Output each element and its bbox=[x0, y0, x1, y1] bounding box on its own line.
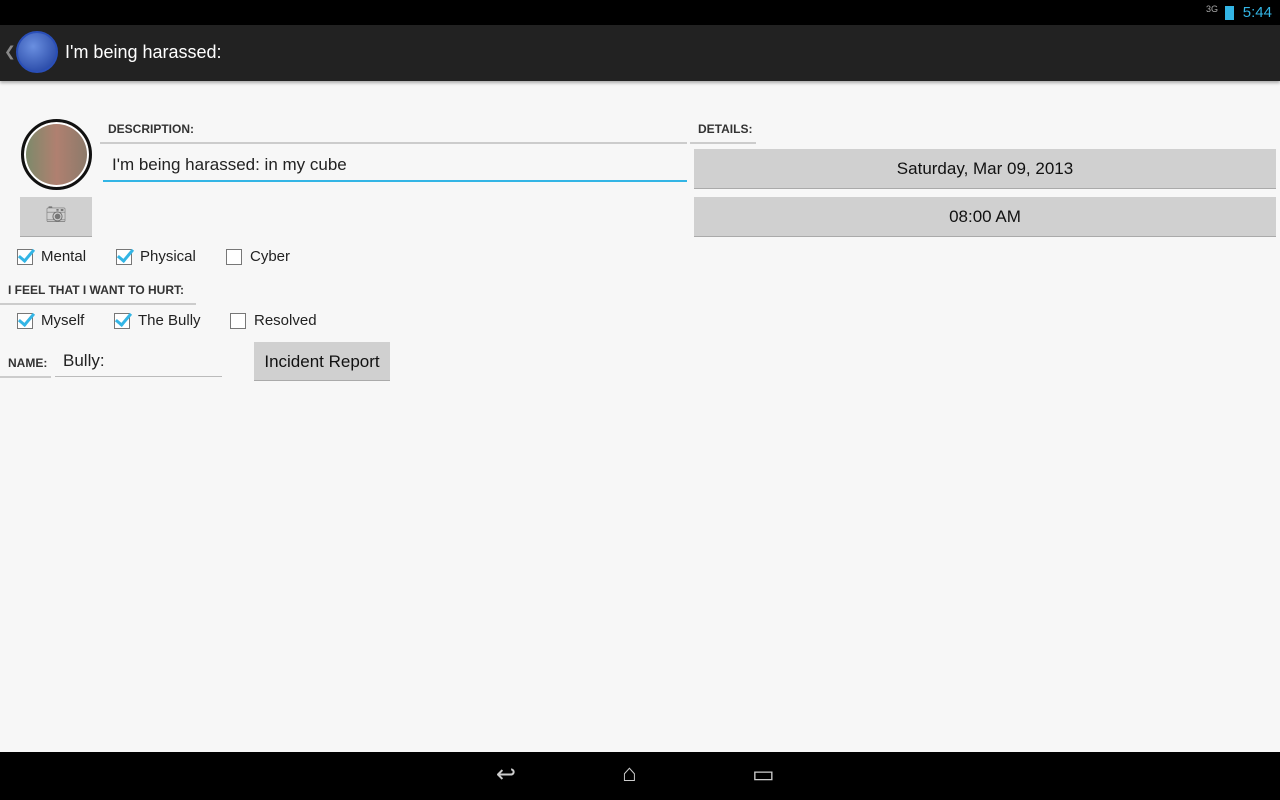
checkbox-label: Myself bbox=[41, 312, 85, 329]
app-icon[interactable] bbox=[16, 31, 58, 73]
navigation-bar: ↩ ⌂ ▭ bbox=[0, 752, 1280, 800]
checkbox-myself[interactable]: Myself bbox=[17, 312, 84, 329]
checkbox-box[interactable] bbox=[116, 248, 132, 265]
details-label: DETAILS: bbox=[690, 122, 756, 144]
page-title: I'm being harassed: bbox=[65, 42, 222, 62]
incident-report-button[interactable]: Incident Report bbox=[254, 342, 390, 381]
checkbox-the-bully[interactable]: The Bully bbox=[114, 312, 201, 329]
status-bar: 3G 5:44 bbox=[0, 0, 1280, 25]
back-caret-icon[interactable]: ❮ bbox=[4, 43, 16, 60]
battery-icon bbox=[1225, 6, 1234, 20]
checkbox-box[interactable] bbox=[226, 248, 242, 265]
checkbox-label: Physical bbox=[140, 248, 196, 265]
checkbox-physical[interactable]: Physical bbox=[116, 248, 196, 265]
name-input[interactable]: Bully: bbox=[55, 351, 222, 377]
signal-icon: 3G bbox=[1205, 4, 1218, 14]
camera-button[interactable]: 📷︎ bbox=[20, 197, 92, 237]
checkbox-label: Cyber bbox=[250, 248, 291, 265]
time-button[interactable]: 08:00 AM bbox=[694, 197, 1276, 237]
recent-apps-icon[interactable]: ▭ bbox=[752, 760, 775, 789]
checkbox-label: The Bully bbox=[138, 312, 201, 329]
clock: 5:44 bbox=[1242, 4, 1272, 21]
checkbox-resolved[interactable]: Resolved bbox=[230, 312, 317, 329]
description-input[interactable]: I'm being harassed: in my cube bbox=[103, 155, 687, 182]
description-label: DESCRIPTION: bbox=[100, 122, 687, 144]
checkbox-label: Mental bbox=[41, 248, 87, 265]
back-icon[interactable]: ↩ bbox=[496, 760, 516, 789]
date-button[interactable]: Saturday, Mar 09, 2013 bbox=[694, 149, 1276, 189]
camera-icon: 📷︎ bbox=[45, 205, 67, 224]
checkbox-box[interactable] bbox=[230, 312, 246, 329]
checkbox-mental[interactable]: Mental bbox=[17, 248, 86, 265]
action-bar: ❮ I'm being harassed: bbox=[0, 25, 1280, 81]
checkbox-box[interactable] bbox=[17, 312, 33, 329]
checkbox-label: Resolved bbox=[254, 312, 317, 329]
checkbox-box[interactable] bbox=[114, 312, 130, 329]
home-icon[interactable]: ⌂ bbox=[622, 760, 637, 788]
checkbox-cyber[interactable]: Cyber bbox=[226, 248, 290, 265]
hurt-label: I FEEL THAT I WANT TO HURT: bbox=[0, 283, 196, 305]
checkbox-box[interactable] bbox=[17, 248, 33, 265]
name-label: NAME: bbox=[0, 356, 51, 378]
avatar[interactable] bbox=[21, 119, 92, 190]
